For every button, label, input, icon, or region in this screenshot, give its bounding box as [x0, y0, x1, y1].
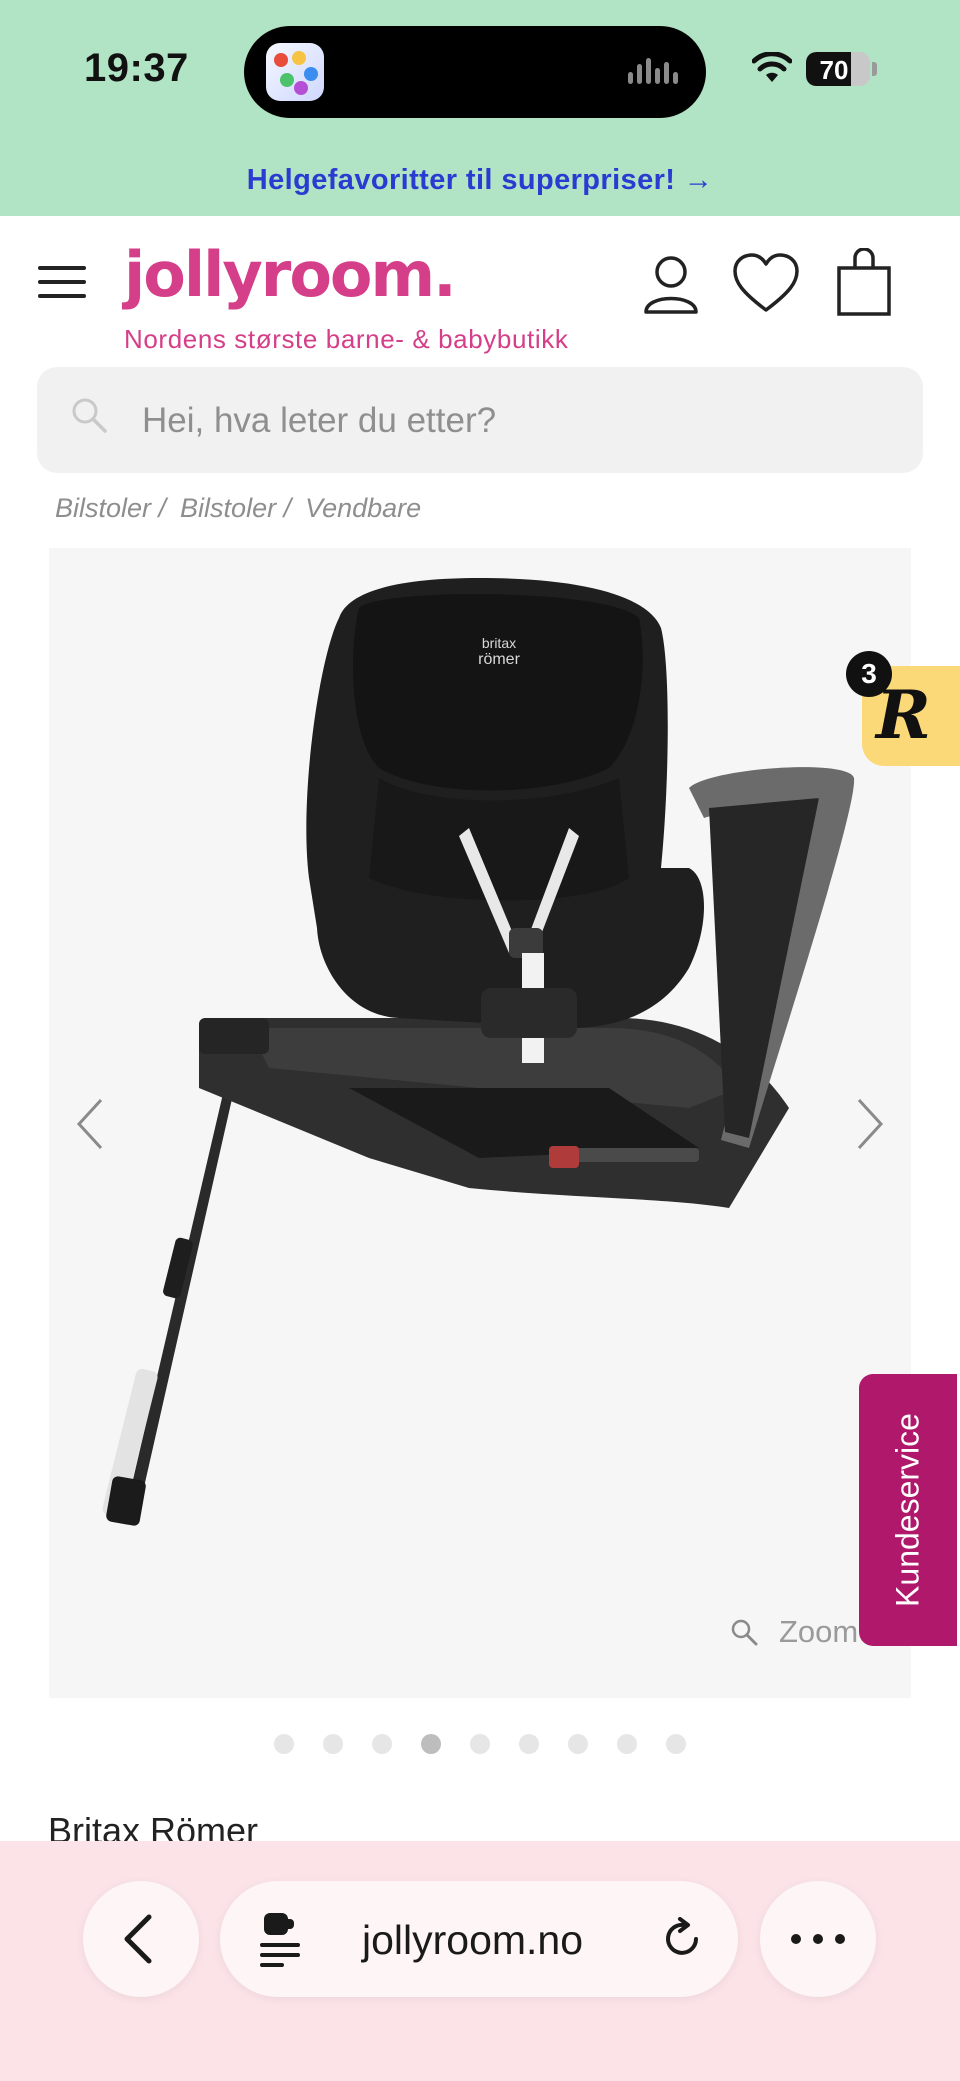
- menu-icon[interactable]: [38, 266, 86, 298]
- battery-icon: 70: [806, 52, 870, 86]
- back-button[interactable]: [83, 1881, 199, 1997]
- breadcrumb-item[interactable]: Bilstoler /: [55, 493, 166, 524]
- next-image-arrow[interactable]: [849, 1094, 889, 1154]
- account-icon[interactable]: [640, 252, 702, 316]
- breadcrumb-item[interactable]: Bilstoler /: [180, 493, 291, 524]
- customer-service-label: Kundeservice: [889, 1413, 926, 1607]
- pagination-dot[interactable]: [372, 1734, 392, 1754]
- wifi-icon: [752, 52, 792, 82]
- search-icon: [72, 398, 107, 433]
- pagination-dot[interactable]: [274, 1734, 294, 1754]
- battery-level: 70: [819, 55, 849, 85]
- gallery-pagination-dots: [0, 1734, 960, 1754]
- shopping-bag-icon[interactable]: [836, 248, 892, 318]
- reward-count-badge: 3: [846, 651, 892, 697]
- site-logo[interactable]: jollyroom.: [124, 238, 457, 311]
- product-image-car-seat[interactable]: britax römer: [49, 548, 911, 1698]
- pagination-dot-active[interactable]: [421, 1734, 441, 1754]
- status-time: 19:37: [84, 46, 189, 90]
- magnifier-icon: [731, 1619, 758, 1646]
- pagination-dot[interactable]: [470, 1734, 490, 1754]
- breadcrumb: Bilstoler / Bilstoler / Vendbare: [55, 493, 435, 524]
- page-menu-icon[interactable]: [256, 1909, 310, 1969]
- heart-icon[interactable]: [732, 252, 800, 316]
- breadcrumb-item[interactable]: Vendbare: [305, 493, 421, 524]
- battery-nub: [872, 62, 877, 76]
- site-header: jollyroom. Nordens største barne- & baby…: [0, 216, 960, 364]
- pagination-dot[interactable]: [617, 1734, 637, 1754]
- audio-waveform-icon: [628, 56, 682, 88]
- chevron-left-icon: [124, 1914, 152, 1964]
- reload-icon[interactable]: [660, 1917, 704, 1961]
- search-input[interactable]: Hei, hva leter du etter?: [142, 401, 496, 441]
- customer-service-tab[interactable]: Kundeservice: [859, 1374, 957, 1646]
- search-bar[interactable]: Hei, hva leter du etter?: [37, 367, 923, 473]
- pagination-dot[interactable]: [519, 1734, 539, 1754]
- dynamic-island[interactable]: [244, 26, 706, 118]
- zoom-button[interactable]: Zoom: [729, 1614, 858, 1650]
- zoom-label: Zoom: [779, 1614, 859, 1649]
- previous-image-arrow[interactable]: [71, 1094, 111, 1154]
- address-bar[interactable]: jollyroom.no: [220, 1881, 738, 1997]
- more-options-button[interactable]: [760, 1881, 876, 1997]
- more-dots-icon: [791, 1934, 845, 1944]
- product-image-gallery[interactable]: britax römer Zoom: [49, 548, 911, 1698]
- site-tagline: Nordens største barne- & babybutikk: [124, 324, 569, 354]
- seat-logo-britax: britax: [482, 635, 516, 651]
- status-and-promo-band: 19:37 70 Helgefavoritter til superpriser…: [0, 0, 960, 216]
- pagination-dot[interactable]: [568, 1734, 588, 1754]
- page: 19:37 70 Helgefavoritter til superpriser…: [0, 0, 960, 2081]
- now-playing-app-icon[interactable]: [266, 43, 324, 101]
- url-text[interactable]: jollyroom.no: [362, 1917, 583, 1964]
- pagination-dot[interactable]: [323, 1734, 343, 1754]
- browser-toolbar: jollyroom.no: [0, 1841, 960, 2081]
- promo-banner-link[interactable]: Helgefavoritter til superpriser! →: [0, 164, 960, 197]
- pagination-dot[interactable]: [666, 1734, 686, 1754]
- seat-logo-romer: römer: [478, 651, 520, 668]
